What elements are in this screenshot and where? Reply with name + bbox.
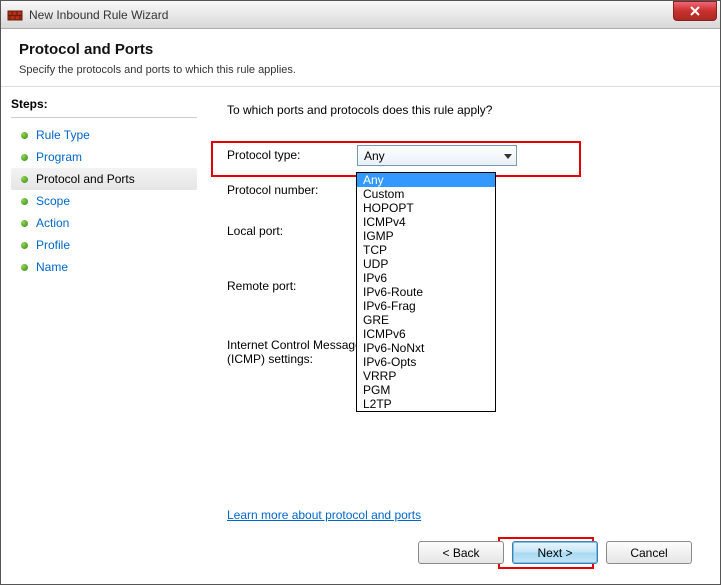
combobox-value: Any xyxy=(364,149,385,163)
dropdown-option[interactable]: IPv6-Route xyxy=(357,285,495,299)
dropdown-option[interactable]: IGMP xyxy=(357,229,495,243)
page-subtitle: Specify the protocols and ports to which… xyxy=(19,64,702,76)
step-label: Name xyxy=(36,260,68,274)
bullet-icon xyxy=(21,154,28,161)
sidebar-step[interactable]: Scope xyxy=(11,190,197,212)
sidebar-step[interactable]: Program xyxy=(11,146,197,168)
sidebar-step[interactable]: Rule Type xyxy=(11,124,197,146)
protocol-number-label: Protocol number: xyxy=(227,180,357,197)
local-port-label: Local port: xyxy=(227,221,357,238)
step-label: Action xyxy=(36,216,69,230)
bullet-icon xyxy=(21,220,28,227)
next-button[interactable]: Next > xyxy=(512,541,598,564)
dropdown-option[interactable]: PGM xyxy=(357,383,495,397)
prompt-text: To which ports and protocols does this r… xyxy=(227,103,680,117)
sidebar-step[interactable]: Action xyxy=(11,212,197,234)
dropdown-option[interactable]: Any xyxy=(357,173,495,187)
cancel-button[interactable]: Cancel xyxy=(606,541,692,564)
dropdown-option[interactable]: IPv6 xyxy=(357,271,495,285)
step-label: Profile xyxy=(36,238,70,252)
step-label: Rule Type xyxy=(36,128,90,142)
remote-port-label: Remote port: xyxy=(227,276,357,293)
step-label: Protocol and Ports xyxy=(36,172,135,186)
dropdown-option[interactable]: IPv6-Frag xyxy=(357,299,495,313)
protocol-type-dropdown-list[interactable]: AnyCustomHOPOPTICMPv4IGMPTCPUDPIPv6IPv6-… xyxy=(356,172,496,412)
page-title: Protocol and Ports xyxy=(19,41,702,58)
step-label: Scope xyxy=(36,194,70,208)
learn-more-link[interactable]: Learn more about protocol and ports xyxy=(227,508,421,522)
divider xyxy=(11,117,197,118)
dropdown-option[interactable]: HOPOPT xyxy=(357,201,495,215)
sidebar-step[interactable]: Protocol and Ports xyxy=(11,168,197,190)
protocol-type-combobox[interactable]: Any xyxy=(357,145,517,166)
dropdown-option[interactable]: L2TP xyxy=(357,397,495,411)
bullet-icon xyxy=(21,176,28,183)
dropdown-option[interactable]: IPv6-Opts xyxy=(357,355,495,369)
firewall-icon xyxy=(7,7,23,23)
steps-sidebar: Steps: Rule Type Program Protocol and Port… xyxy=(1,87,197,584)
window-title: New Inbound Rule Wizard xyxy=(29,8,168,22)
content-pane: To which ports and protocols does this r… xyxy=(197,87,720,584)
dropdown-option[interactable]: TCP xyxy=(357,243,495,257)
bullet-icon xyxy=(21,242,28,249)
step-label: Program xyxy=(36,150,82,164)
wizard-header: Protocol and Ports Specify the protocols… xyxy=(1,29,720,87)
bullet-icon xyxy=(21,132,28,139)
bullet-icon xyxy=(21,264,28,271)
dropdown-option[interactable]: ICMPv6 xyxy=(357,327,495,341)
dropdown-option[interactable]: ICMPv4 xyxy=(357,215,495,229)
dropdown-option[interactable]: UDP xyxy=(357,257,495,271)
steps-heading: Steps: xyxy=(11,97,197,111)
protocol-type-label: Protocol type: xyxy=(227,145,357,162)
chevron-down-icon xyxy=(504,149,512,163)
bullet-icon xyxy=(21,198,28,205)
close-icon xyxy=(690,6,700,16)
titlebar: New Inbound Rule Wizard xyxy=(1,1,720,29)
sidebar-step[interactable]: Name xyxy=(11,256,197,278)
dropdown-option[interactable]: VRRP xyxy=(357,369,495,383)
dropdown-option[interactable]: Custom xyxy=(357,187,495,201)
dropdown-option[interactable]: IPv6-NoNxt xyxy=(357,341,495,355)
back-button[interactable]: < Back xyxy=(418,541,504,564)
wizard-footer: < Back Next > Cancel xyxy=(418,541,692,564)
close-button[interactable] xyxy=(673,1,717,21)
dropdown-option[interactable]: GRE xyxy=(357,313,495,327)
sidebar-step[interactable]: Profile xyxy=(11,234,197,256)
